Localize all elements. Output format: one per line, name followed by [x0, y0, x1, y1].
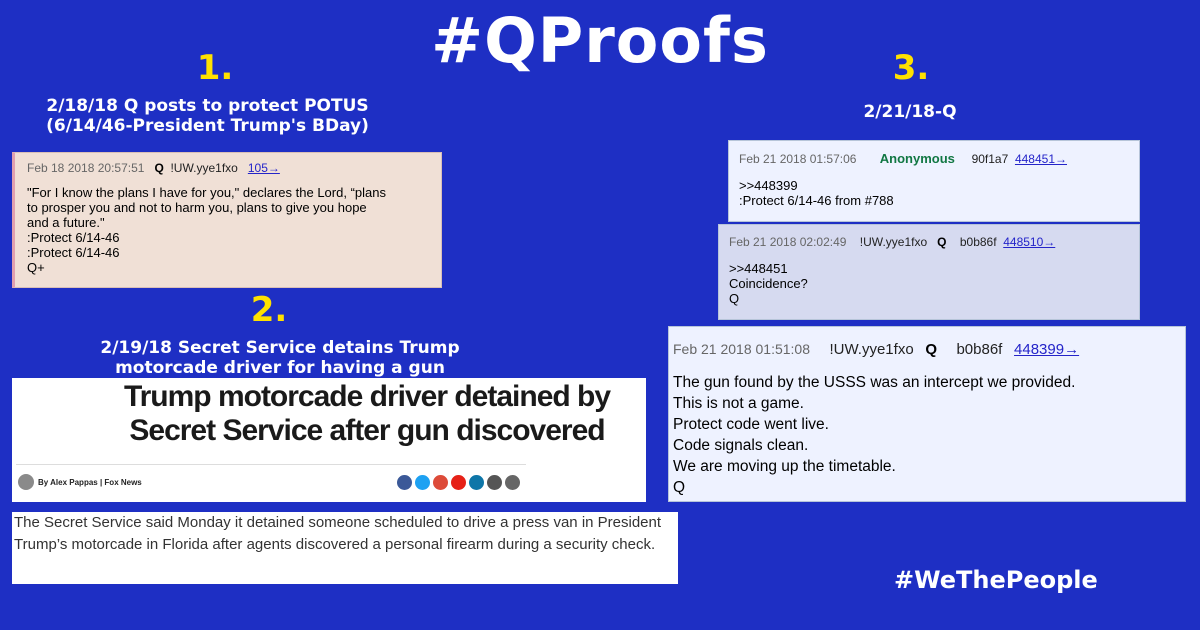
tripcode: !UW.yye1fxo [170, 161, 238, 175]
post-date: Feb 21 2018 02:02:49 [729, 235, 847, 249]
comment-icon[interactable] [469, 475, 484, 490]
post-body: The gun found by the USSS was an interce… [673, 374, 1076, 496]
post-link[interactable]: 448399→ [1014, 341, 1079, 358]
social-share-icons [394, 475, 520, 494]
anon-post-448451: Feb 21 2018 01:57:06 Anonymous 90f1a7 44… [728, 140, 1140, 222]
section-1-caption-line2: (6/14/46-President Trump's BDay) [46, 116, 369, 136]
section-2-caption: 2/19/18 Secret Service detains Trump mot… [30, 338, 530, 378]
post-date: Feb 18 2018 20:57:51 [27, 161, 145, 175]
post-link[interactable]: 448510→ [1003, 235, 1055, 249]
section-1-caption: 2/18/18 Q posts to protect POTUS (6/14/4… [0, 96, 415, 136]
divider [16, 464, 526, 465]
section-1-number: 1. [196, 48, 234, 88]
section-2-caption-line2: motorcade driver for having a gun [115, 358, 445, 378]
q-post-448510: Feb 21 2018 02:02:49 !UW.yye1fxo Q b0b86… [718, 224, 1140, 320]
print-icon[interactable] [487, 475, 502, 490]
tripcode: !UW.yye1fxo [829, 341, 914, 358]
q-post-448399: Feb 21 2018 01:51:08 !UW.yye1fxo Q b0b86… [668, 326, 1186, 502]
tripcode: !UW.yye1fxo [859, 235, 928, 249]
q-post-feb18: Feb 18 2018 20:57:51 Q !UW.yye1fxo 105→ … [12, 152, 442, 288]
pinterest-icon[interactable] [451, 475, 466, 490]
poster-id: 90f1a7 [971, 152, 1009, 166]
post-body: "For I know the plans I have for you," d… [27, 185, 386, 275]
twitter-icon[interactable] [415, 475, 430, 490]
post-body: >>448399 :Protect 6/14-46 from #788 [739, 178, 894, 208]
poster-id: b0b86f [959, 235, 997, 249]
section-1-caption-line1: 2/18/18 Q posts to protect POTUS [46, 96, 369, 116]
hashtag-we-the-people: #WeThePeople [894, 566, 1098, 594]
article-headline[interactable]: Trump motorcade driver detained by Secre… [92, 380, 642, 448]
facebook-icon[interactable] [397, 475, 412, 490]
section-3-caption: 2/21/18-Q [863, 102, 957, 122]
section-2-number: 2. [250, 290, 288, 330]
article-paragraph: The Secret Service said Monday it detain… [12, 512, 678, 584]
poster-name: Anonymous [879, 151, 955, 166]
post-header: Feb 21 2018 01:57:06 Anonymous 90f1a7 44… [739, 151, 1129, 166]
post-body: >>448451 Coincidence? Q [729, 261, 808, 306]
post-header: Feb 21 2018 02:02:49 !UW.yye1fxo Q b0b86… [729, 235, 1129, 249]
post-link[interactable]: 105→ [248, 161, 280, 175]
post-header: Feb 21 2018 01:51:08 !UW.yye1fxo Q b0b86… [673, 341, 1181, 358]
author-avatar [18, 474, 34, 490]
article-byline: By Alex Pappas | Fox News [38, 478, 142, 487]
poster-id: b0b86f [956, 341, 1003, 358]
post-date: Feb 21 2018 01:57:06 [739, 152, 857, 166]
post-date: Feb 21 2018 01:51:08 [673, 341, 811, 357]
page-title: #QProofs [431, 4, 769, 77]
post-header: Feb 18 2018 20:57:51 Q !UW.yye1fxo 105→ [27, 161, 429, 175]
email-icon[interactable] [505, 475, 520, 490]
post-link[interactable]: 448451→ [1015, 152, 1067, 166]
section-3-number: 3. [892, 48, 930, 88]
news-article-card: Trump motorcade driver detained by Secre… [12, 378, 646, 502]
q-name: Q [925, 341, 938, 358]
google-plus-icon[interactable] [433, 475, 448, 490]
q-name: Q [937, 235, 947, 249]
section-2-caption-line1: 2/19/18 Secret Service detains Trump [100, 338, 460, 358]
q-name: Q [154, 161, 164, 175]
